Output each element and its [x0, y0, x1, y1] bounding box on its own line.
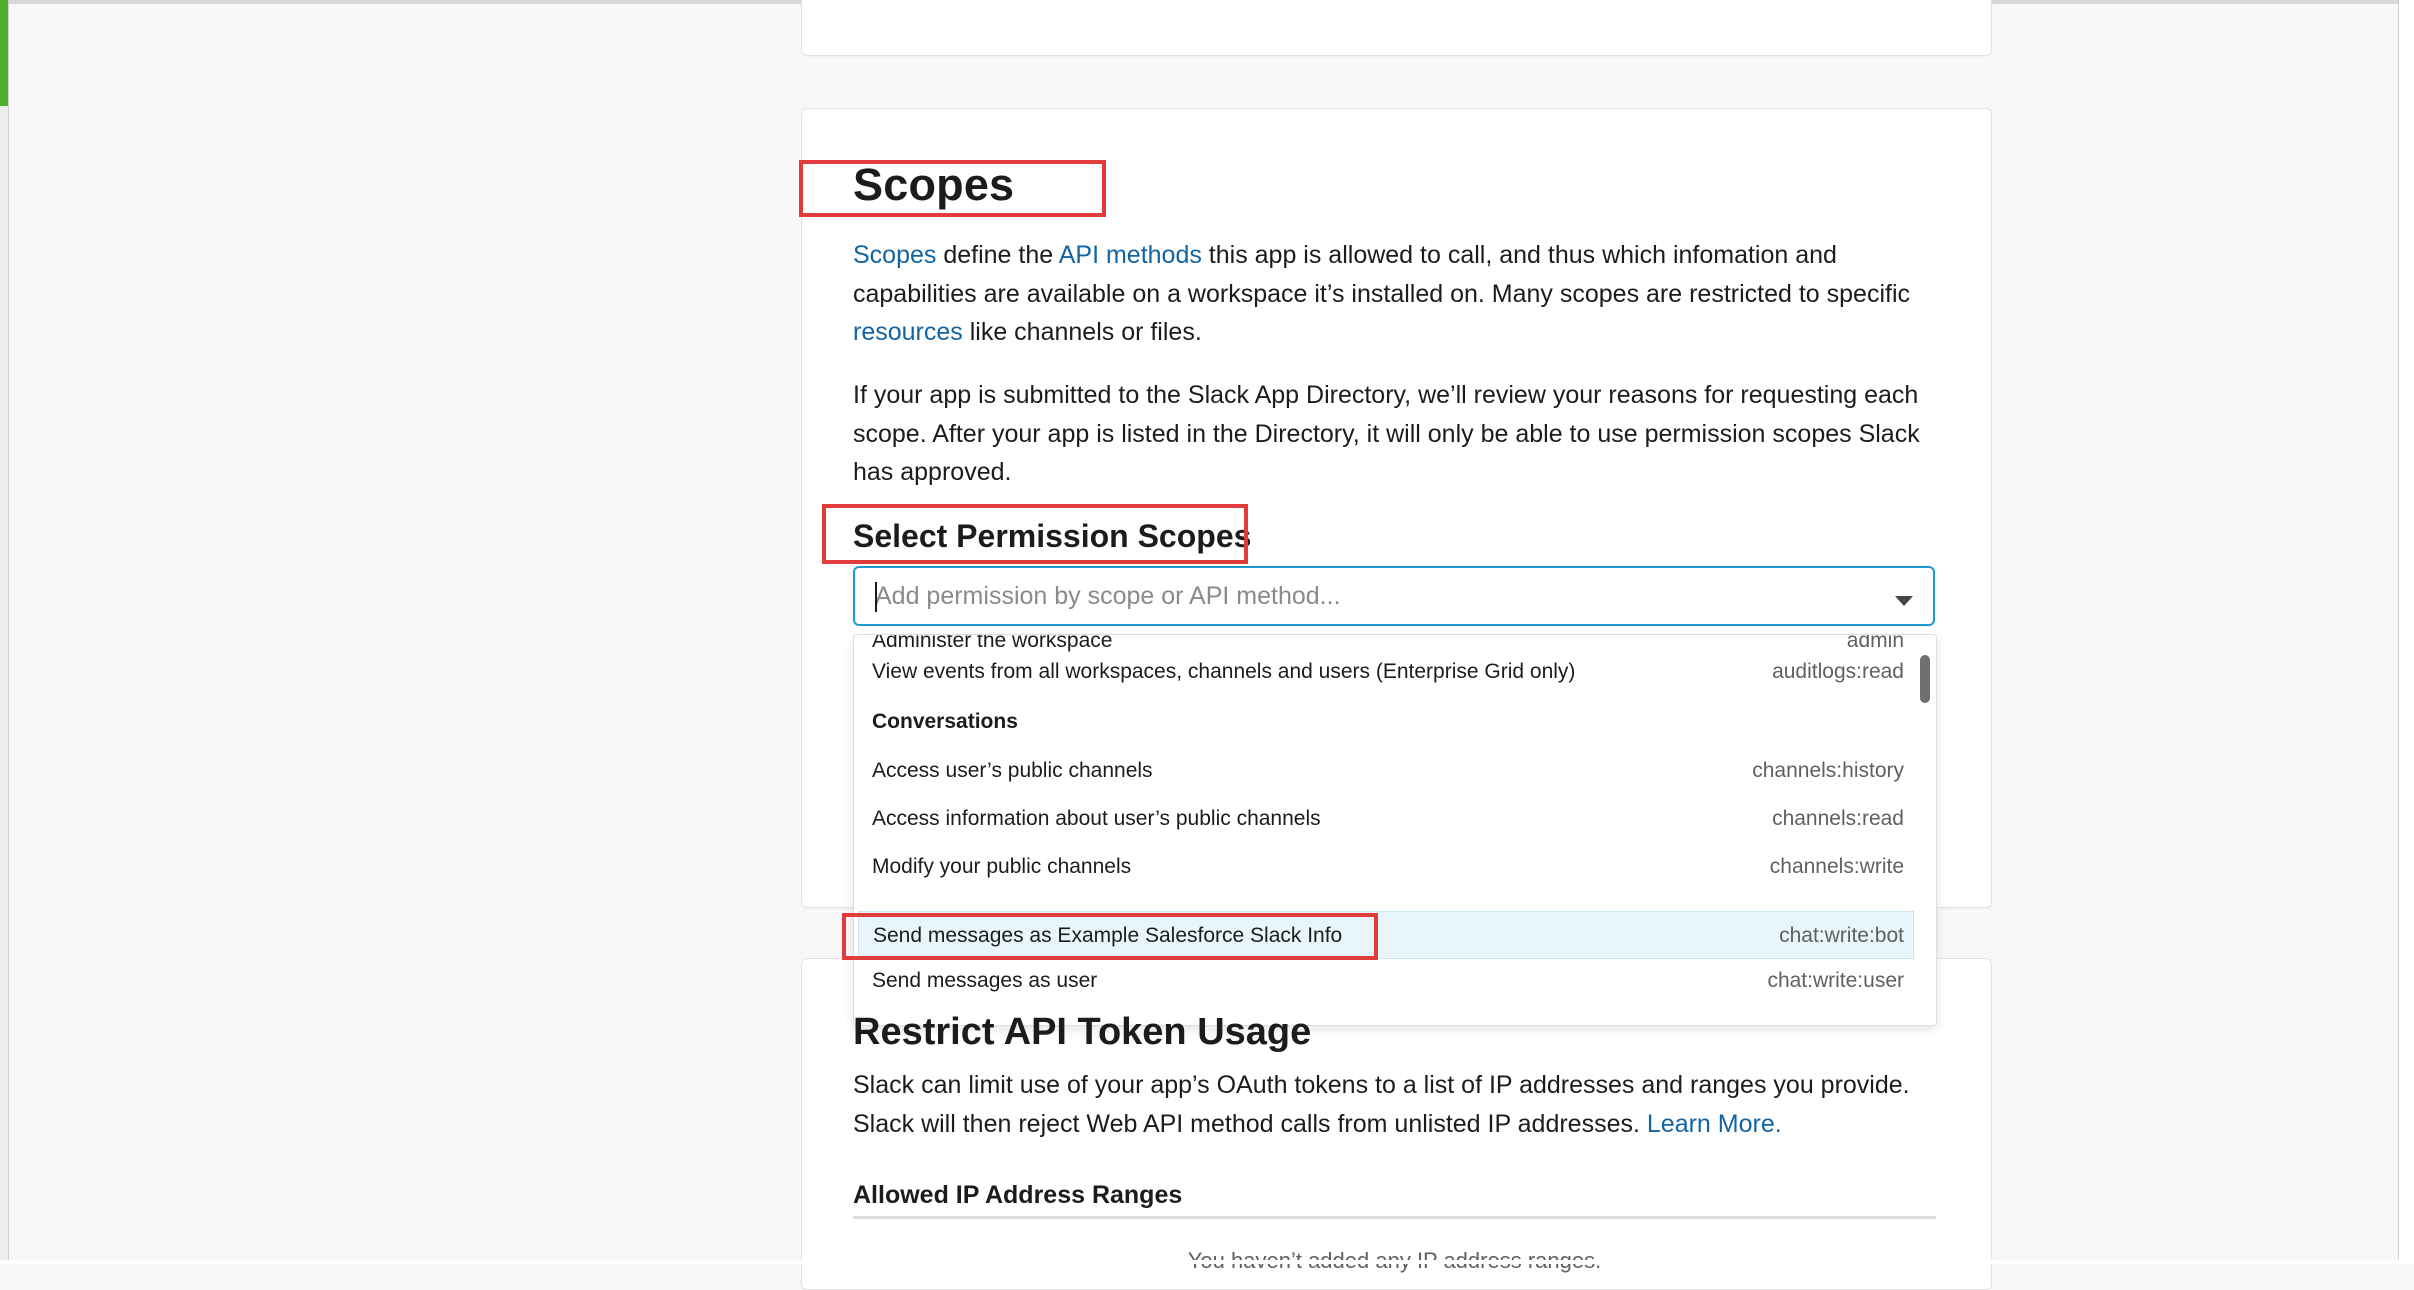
background-app-green-tab: [0, 0, 8, 106]
window-bottom-edge: [0, 1260, 2414, 1264]
dropdown-option-highlighted[interactable]: Send messages as Example Salesforce Slac…: [858, 911, 1914, 959]
select-permission-scopes-title: Select Permission Scopes: [853, 518, 1252, 554]
caret-down-icon[interactable]: [1895, 596, 1913, 606]
intro-text-c: like channels or files.: [962, 318, 1202, 346]
allowed-ip-divider: [853, 1216, 1936, 1219]
option-label: Send messages as user: [872, 969, 1098, 992]
option-scope: chat:write:user: [1767, 969, 1904, 992]
background-window-right-edge: [2398, 0, 2414, 1264]
dropdown-option[interactable]: Access user’s public channels channels:h…: [854, 747, 1918, 795]
dropdown-option[interactable]: Access information about user’s public c…: [854, 795, 1918, 843]
option-label: Modify your public channels: [872, 855, 1132, 878]
permission-scope-select[interactable]: [853, 566, 1935, 626]
dropdown-scrollbar-thumb[interactable]: [1920, 655, 1930, 703]
background-window-left-edge: [0, 0, 9, 1264]
option-scope: channels:read: [1772, 807, 1904, 830]
option-label: Access user’s public channels: [872, 759, 1153, 782]
option-label: View events from all workspaces, channel…: [872, 660, 1576, 683]
dropdown-option[interactable]: View events from all workspaces, channel…: [854, 648, 1918, 696]
previous-section-card: [801, 0, 1992, 56]
permission-scope-dropdown[interactable]: Administer the workspace admin View even…: [853, 634, 1937, 1026]
scopes-intro: Scopes define the API methods this app i…: [853, 236, 1943, 352]
allowed-ip-ranges-title: Allowed IP Address Ranges: [853, 1181, 1183, 1209]
option-scope: channels:history: [1752, 759, 1904, 782]
learn-more-link[interactable]: Learn More.: [1647, 1110, 1782, 1138]
dropdown-option[interactable]: Modify your public channels channels:wri…: [854, 843, 1918, 891]
dropdown-group-conversations: Conversations: [872, 710, 1018, 733]
option-scope: channels:write: [1769, 855, 1904, 878]
option-scope: chat:write:bot: [1779, 924, 1904, 947]
restrict-description: Slack can limit use of your app’s OAuth …: [853, 1066, 1943, 1143]
resources-link[interactable]: resources: [853, 318, 963, 346]
scopes-title: Scopes: [853, 159, 1015, 210]
option-label: Access information about user’s public c…: [872, 807, 1321, 830]
restrict-api-token-title: Restrict API Token Usage: [853, 1011, 1312, 1053]
option-label: Send messages as Example Salesforce Slac…: [873, 924, 1343, 947]
intro-text-a: define the: [936, 241, 1059, 269]
api-methods-link[interactable]: API methods: [1059, 241, 1202, 269]
review-note: If your app is submitted to the Slack Ap…: [853, 381, 1920, 486]
permission-search-input[interactable]: [875, 568, 1855, 624]
scopes-link[interactable]: Scopes: [853, 241, 936, 269]
text-cursor: [875, 582, 877, 612]
option-scope: auditlogs:read: [1772, 660, 1904, 683]
dropdown-option[interactable]: Send messages as user chat:write:user: [854, 957, 1918, 1005]
